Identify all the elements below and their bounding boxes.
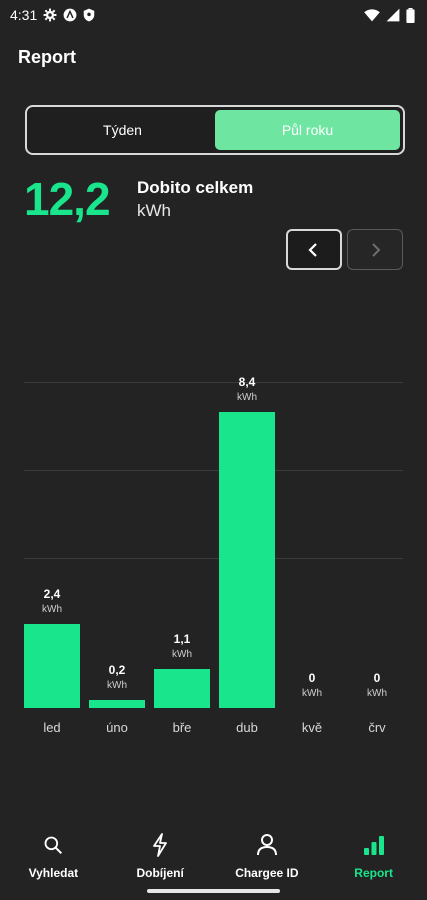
search-icon [44,836,63,855]
total-charged-value: 12,2 [24,173,111,225]
nav-search[interactable]: Vyhledat [0,820,107,890]
bolt-icon [153,833,168,857]
bar-unit-label: kWh [172,649,192,660]
bar-bře [154,669,210,708]
chevron-right-icon [372,242,381,257]
settings-icon [43,8,57,22]
gridline [24,558,403,559]
next-period-button[interactable] [347,229,403,270]
nav-report-label: Report [354,866,393,880]
category-label: črv [368,720,386,735]
shield-icon [84,8,95,22]
battery-icon [406,7,415,23]
bar-led [24,624,80,708]
bar-unit-label: kWh [302,688,322,699]
category-label: úno [106,720,128,735]
bar-úno [89,700,145,708]
home-indicator [147,889,280,893]
tab-week[interactable]: Týden [30,110,215,150]
category-label: kvě [301,720,323,735]
bar-value-label: 2,4 [43,587,61,601]
gridline [24,470,403,471]
category-label: led [43,720,61,735]
bar-unit-label: kWh [367,688,387,699]
monthly-energy-chart: 2,4 kWh led 0,2 kWh úno 1,1 kWh bře 8,4 kWh dub 0 kWh… [24,370,403,750]
page-title: Report [18,47,76,67]
app-notification-icon [63,8,77,22]
nav-charging[interactable]: Dobíjení [107,820,214,890]
status-time: 4:31 [10,7,38,23]
bar-unit-label: kWh [107,680,127,691]
nav-report[interactable]: Report [320,820,427,890]
bar-unit-label: kWh [42,604,62,615]
bar-value-label: 0 [308,671,316,685]
person-icon [256,834,277,856]
period-toggle: Týden Půl roku [25,105,405,155]
gridline [24,382,403,383]
category-label: dub [236,720,258,735]
bar-dub [219,412,275,708]
cell-signal-icon [386,8,400,22]
bar-unit-label: kWh [237,392,257,403]
wifi-icon [364,8,380,21]
signal-bars-icon [363,836,384,855]
bar-value-label: 0 [373,671,381,685]
previous-period-button[interactable] [286,229,342,270]
bar-value-label: 0,2 [108,663,126,677]
status-bar: 4:31 [0,0,427,30]
nav-chargee-id-label: Chargee ID [235,866,299,880]
total-charged-unit: kWh [137,201,171,220]
bar-value-label: 1,1 [173,632,191,646]
tab-half-year[interactable]: Půl roku [215,110,400,150]
nav-chargee-id[interactable]: Chargee ID [214,820,321,890]
chevron-left-icon [308,242,317,257]
bottom-navigation: Vyhledat Dobíjení Chargee ID Report [0,820,427,890]
total-charged-label: Dobito celkem [137,178,254,197]
nav-charging-label: Dobíjení [136,866,184,880]
category-label: bře [172,720,192,735]
bar-value-label: 8,4 [238,375,256,389]
nav-search-label: Vyhledat [28,866,79,880]
